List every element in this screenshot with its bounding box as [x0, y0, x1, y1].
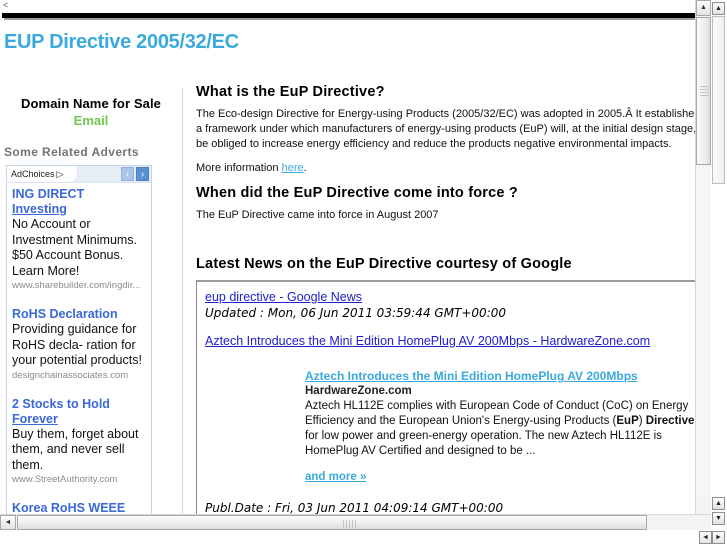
window-vertical-scroll-thumb[interactable]: [712, 16, 725, 184]
ad-description: Providing guidance for RoHS decla- ratio…: [12, 322, 142, 367]
ad-unit: AdChoices ▷ ‹ › ING DIRECT Investing No A…: [6, 165, 152, 530]
main-content: What is the EuP Directive? The Eco-desig…: [196, 84, 706, 530]
section-body-in-force: The EuP Directive came into force in Aug…: [196, 209, 439, 221]
ad-item[interactable]: 2 Stocks to Hold Forever Buy them, forge…: [7, 393, 151, 486]
top-divider-shadow: [4, 18, 710, 20]
more-info-here-link[interactable]: here: [282, 162, 304, 174]
window-scroll-up-arrow2-icon[interactable]: ▲: [712, 497, 725, 510]
adchoices-bar: AdChoices ▷ ‹ ›: [7, 166, 151, 183]
ad-url: www.StreetAuthority.com: [12, 474, 118, 485]
sidebar: Domain Name for Sale Email Some Related …: [0, 88, 183, 530]
more-information-line: More information here.: [196, 161, 706, 176]
scroll-thumb-grip-icon: [700, 86, 709, 98]
news-item-headline-link[interactable]: Aztech Introduces the Mini Edition HomeP…: [205, 333, 675, 349]
page-viewport: < EUP Directive 2005/32/EC Domain Name f…: [0, 0, 711, 530]
snippet-bold-directive: Directive: [645, 415, 695, 427]
google-news-embed: eup directive - Google News Updated : Mo…: [196, 280, 700, 530]
screenshot-root: < EUP Directive 2005/32/EC Domain Name f…: [0, 0, 727, 545]
news-detail-source: HardwareZone.com: [305, 385, 412, 397]
related-adverts-heading: Some Related Adverts: [4, 145, 139, 159]
window-scroll-left-arrow-icon[interactable]: ◄: [699, 531, 712, 544]
more-info-suffix: .: [303, 162, 307, 174]
scroll-left-arrow-icon[interactable]: ◄: [0, 515, 16, 530]
news-feed-title-link[interactable]: eup directive - Google News: [205, 290, 362, 304]
ad-title-line2: Forever: [12, 411, 58, 426]
ad-title[interactable]: ING DIRECT Investing: [12, 187, 146, 217]
adchoices-label: AdChoices: [11, 169, 55, 179]
ad-title-line1: ING DIRECT: [12, 187, 85, 201]
window-scroll-up-arrow-icon[interactable]: ▲: [712, 2, 725, 15]
vertical-scroll-thumb[interactable]: [696, 17, 711, 165]
ad-separator: [7, 381, 151, 393]
window-horizontal-arrow-pair: ◄ ►: [699, 531, 725, 544]
news-detail-snippet: Aztech HL112E complies with European Cod…: [305, 399, 699, 459]
ad-description: No Account or Investment Minimums. $50 A…: [12, 217, 138, 278]
ad-title-line2: Investing: [12, 202, 67, 216]
ad-separator: [7, 485, 151, 497]
section-heading-in-force: When did the EuP Directive come into for…: [196, 185, 518, 201]
scroll-up-arrow-icon[interactable]: ▲: [696, 0, 711, 16]
ad-url: designchainassociates.com: [12, 369, 129, 381]
email-link[interactable]: Email: [0, 113, 182, 128]
ad-separator: [7, 291, 151, 303]
window-vertical-arrow-pair: ▲ ▼: [712, 497, 725, 527]
news-detail-title-link[interactable]: Aztech Introduces the Mini Edition HomeP…: [305, 369, 697, 384]
page-horizontal-scrollbar[interactable]: ◄: [0, 514, 711, 530]
section-heading-what-is: What is the EuP Directive?: [196, 84, 385, 100]
more-info-prefix: More information: [196, 162, 282, 174]
snippet-bold-eup: EuP: [616, 415, 639, 427]
news-and-more-link[interactable]: and more »: [305, 471, 366, 483]
ad-item[interactable]: RoHS Declaration Providing guidance for …: [7, 303, 151, 381]
ad-item[interactable]: ING DIRECT Investing No Account or Inves…: [7, 183, 151, 291]
ad-url: www.sharebuilder.com/ingdir...: [12, 280, 141, 291]
vertical-scroll-track[interactable]: [696, 166, 711, 496]
hscroll-thumb-grip-icon: [343, 520, 357, 528]
google-news-inner: eup directive - Google News Updated : Mo…: [197, 282, 699, 515]
news-section-heading: Latest News on the EuP Directive courtes…: [196, 256, 572, 272]
page-title: EUP Directive 2005/32/EC: [4, 31, 239, 53]
window-horizontal-scrollbar[interactable]: ◄ ►: [0, 530, 727, 545]
ad-prev-button[interactable]: ‹: [121, 167, 134, 181]
ad-title-line1: 2 Stocks to Hold: [12, 396, 110, 411]
page-vertical-scrollbar[interactable]: ▲ ▼: [695, 0, 711, 530]
news-publication-date: Publ.Date : Fri, 03 Jun 2011 04:09:14 GM…: [205, 501, 504, 515]
ad-title[interactable]: RoHS Declaration: [12, 307, 146, 322]
news-feed-updated: Updated : Mon, 06 Jun 2011 03:59:44 GMT+…: [205, 306, 507, 320]
news-item-detail: Aztech Introduces the Mini Edition HomeP…: [305, 369, 697, 485]
ad-title[interactable]: 2 Stocks to Hold Forever: [12, 397, 146, 427]
snippet-part-2: ): [638, 415, 646, 427]
corner-glyph: <: [3, 0, 9, 10]
ad-description: Buy them, forget about them, and never s…: [12, 426, 139, 472]
horizontal-scroll-thumb[interactable]: [17, 515, 647, 530]
window-scroll-right-arrow-icon[interactable]: ►: [712, 531, 725, 544]
ad-next-button[interactable]: ›: [136, 167, 149, 181]
domain-for-sale-heading: Domain Name for Sale: [21, 96, 161, 111]
window-scroll-down-arrow-icon[interactable]: ▼: [712, 512, 725, 525]
ad-nav-controls: ‹ ›: [121, 167, 149, 181]
adchoices-triangle-icon: ▷: [56, 169, 64, 179]
adchoices-button[interactable]: AdChoices ▷: [7, 166, 79, 182]
section-body-what-is: The Eco-design Directive for Energy-usin…: [196, 108, 700, 150]
snippet-part-3: for low power and green-energy operation…: [305, 430, 662, 457]
